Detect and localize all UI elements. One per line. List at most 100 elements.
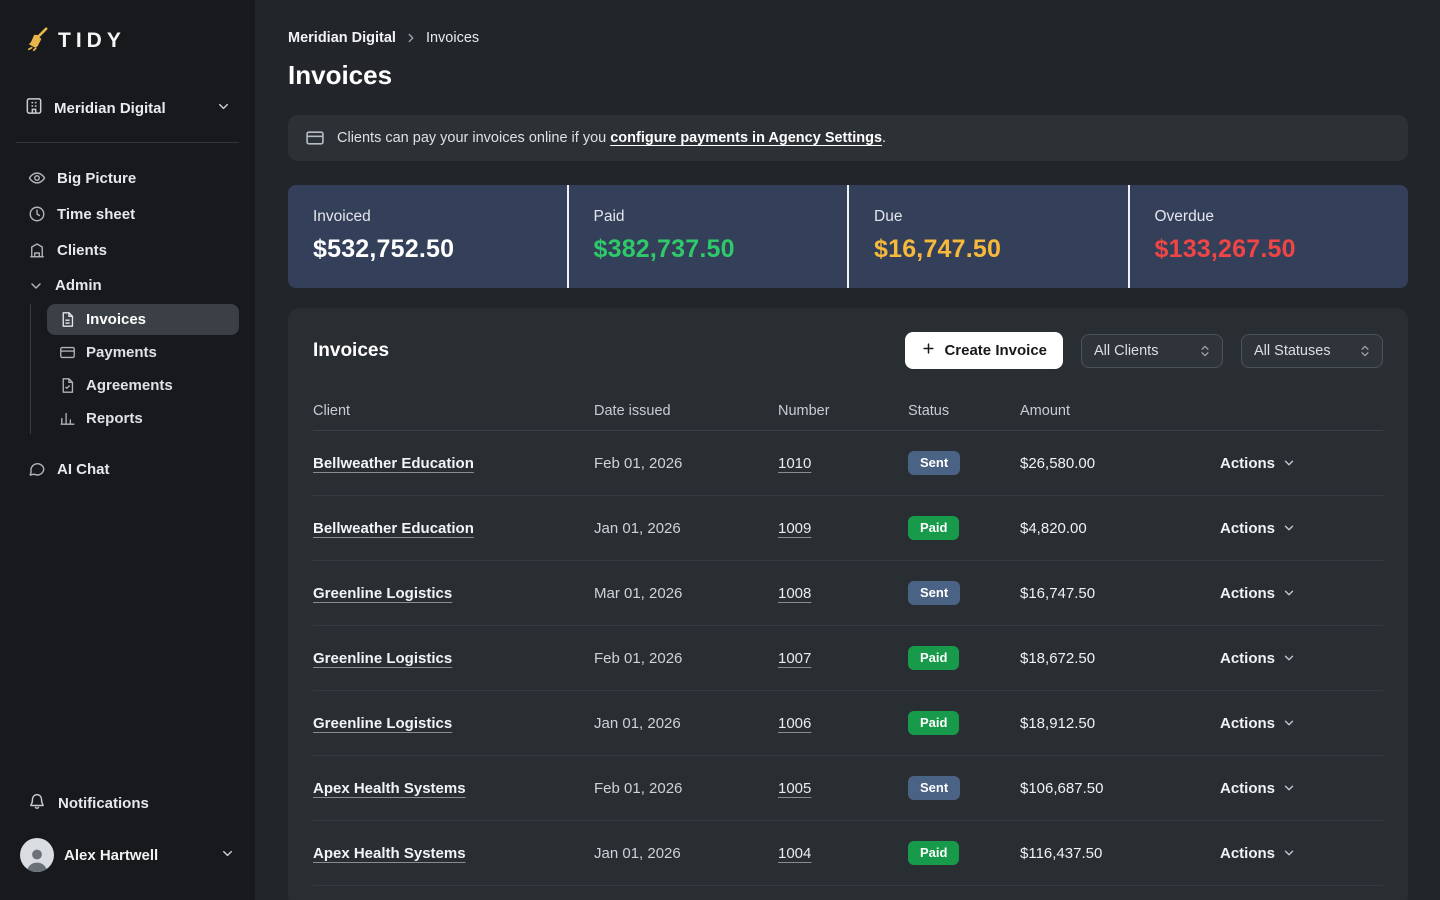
chevron-down-icon — [1282, 716, 1296, 730]
stat-label: Paid — [594, 208, 823, 226]
chevron-down-icon — [1282, 586, 1296, 600]
sidebar-item-reports[interactable]: Reports — [47, 403, 239, 434]
sidebar-item-clients[interactable]: Clients — [16, 233, 239, 267]
column-header-number: Number — [778, 403, 908, 419]
notifications-button[interactable]: Notifications — [16, 784, 239, 822]
stat-value: $133,267.50 — [1155, 235, 1384, 264]
client-link[interactable]: Bellweather Education — [313, 455, 474, 472]
breadcrumb-workspace-link[interactable]: Meridian Digital — [288, 30, 396, 46]
banner-text: Clients can pay your invoices online if … — [337, 130, 886, 146]
status-badge: Paid — [908, 711, 959, 735]
amount-cell: $116,437.50 — [1020, 845, 1220, 862]
breadcrumb: Meridian Digital Invoices — [288, 30, 1408, 46]
client-link[interactable]: Greenline Logistics — [313, 650, 452, 667]
client-filter-select[interactable]: All Clients — [1081, 334, 1223, 368]
invoice-table-body: Bellweather Education Feb 01, 2026 1010 … — [313, 431, 1383, 886]
stat-invoiced: Invoiced $532,752.50 — [288, 185, 569, 288]
client-link[interactable]: Bellweather Education — [313, 520, 474, 537]
table-row: Apex Health Systems Jan 01, 2026 1004 Pa… — [313, 821, 1383, 886]
client-link[interactable]: Greenline Logistics — [313, 715, 452, 732]
sidebar-bottom: Notifications Alex Hartwell — [16, 784, 239, 878]
invoice-number-link[interactable]: 1007 — [778, 650, 811, 667]
sidebar-item-payments[interactable]: Payments — [47, 337, 239, 368]
sidebar-item-agreements[interactable]: Agreements — [47, 370, 239, 401]
sidebar-item-ai-chat[interactable]: AI Chat — [16, 452, 239, 486]
column-header-status: Status — [908, 403, 1020, 419]
eye-icon — [28, 169, 46, 187]
chevron-up-down-icon — [1358, 344, 1372, 358]
actions-button[interactable]: Actions — [1220, 715, 1296, 732]
banner-text-before: Clients can pay your invoices online if … — [337, 130, 610, 146]
actions-button[interactable]: Actions — [1220, 650, 1296, 667]
client-link[interactable]: Greenline Logistics — [313, 585, 452, 602]
actions-button[interactable]: Actions — [1220, 520, 1296, 537]
bell-icon — [28, 792, 46, 814]
sidebar-item-label: Big Picture — [57, 170, 136, 187]
amount-cell: $18,672.50 — [1020, 650, 1220, 667]
invoice-table-header: Client Date issued Number Status Amount — [313, 391, 1383, 431]
invoice-number-link[interactable]: 1008 — [778, 585, 811, 602]
invoices-panel: Invoices Create Invoice All Clients — [288, 308, 1408, 900]
page-title: Invoices — [288, 60, 1408, 91]
table-row: Bellweather Education Feb 01, 2026 1010 … — [313, 431, 1383, 496]
sidebar-item-label: Agreements — [86, 377, 173, 394]
bar-chart-icon — [59, 410, 76, 427]
invoice-number-link[interactable]: 1010 — [778, 455, 811, 472]
date-issued-cell: Feb 01, 2026 — [594, 650, 778, 667]
sidebar-item-time-sheet[interactable]: Time sheet — [16, 197, 239, 231]
sidebar-item-invoices[interactable]: Invoices — [47, 304, 239, 335]
stat-label: Invoiced — [313, 208, 542, 226]
actions-label: Actions — [1220, 780, 1275, 797]
stat-label: Due — [874, 208, 1103, 226]
workspace-name: Meridian Digital — [54, 100, 206, 117]
sidebar-item-label: Payments — [86, 344, 157, 361]
user-menu[interactable]: Alex Hartwell — [16, 832, 239, 878]
stat-label: Overdue — [1155, 208, 1384, 226]
sidebar-item-admin[interactable]: Admin — [16, 269, 239, 302]
user-name: Alex Hartwell — [64, 847, 210, 864]
table-row: Greenline Logistics Mar 01, 2026 1008 Se… — [313, 561, 1383, 626]
status-filter-value: All Statuses — [1254, 343, 1331, 359]
create-invoice-label: Create Invoice — [944, 342, 1047, 359]
workspace-selector[interactable]: Meridian Digital — [16, 88, 239, 128]
invoice-number-link[interactable]: 1006 — [778, 715, 811, 732]
broom-logo-icon — [24, 26, 50, 56]
status-badge: Sent — [908, 581, 960, 605]
table-row: Bellweather Education Jan 01, 2026 1009 … — [313, 496, 1383, 561]
sidebar-item-label: AI Chat — [57, 461, 110, 478]
sidebar-item-label: Time sheet — [57, 206, 135, 223]
agreement-file-icon — [59, 377, 76, 394]
clock-icon — [28, 205, 46, 223]
banner-text-after: . — [882, 130, 886, 146]
actions-label: Actions — [1220, 650, 1275, 667]
create-invoice-button[interactable]: Create Invoice — [905, 332, 1063, 369]
invoices-panel-header: Invoices Create Invoice All Clients — [313, 332, 1383, 369]
actions-button[interactable]: Actions — [1220, 845, 1296, 862]
chat-bubble-icon — [28, 460, 46, 478]
actions-button[interactable]: Actions — [1220, 585, 1296, 602]
amount-cell: $16,747.50 — [1020, 585, 1220, 602]
actions-button[interactable]: Actions — [1220, 780, 1296, 797]
sidebar-item-label: Invoices — [86, 311, 146, 328]
invoice-number-link[interactable]: 1004 — [778, 845, 811, 862]
status-filter-select[interactable]: All Statuses — [1241, 334, 1383, 368]
stat-value: $16,747.50 — [874, 235, 1103, 264]
invoice-number-link[interactable]: 1009 — [778, 520, 811, 537]
actions-label: Actions — [1220, 520, 1275, 537]
agency-settings-link[interactable]: configure payments in Agency Settings — [610, 130, 882, 146]
column-header-amount: Amount — [1020, 403, 1220, 419]
client-link[interactable]: Apex Health Systems — [313, 845, 466, 862]
chevron-right-icon — [404, 31, 418, 45]
notifications-label: Notifications — [58, 795, 149, 812]
status-badge: Paid — [908, 516, 959, 540]
client-link[interactable]: Apex Health Systems — [313, 780, 466, 797]
actions-label: Actions — [1220, 455, 1275, 472]
sidebar-item-big-picture[interactable]: Big Picture — [16, 161, 239, 195]
chevron-up-down-icon — [1198, 344, 1212, 358]
panel-controls: Create Invoice All Clients All Statuses — [905, 332, 1383, 369]
date-issued-cell: Jan 01, 2026 — [594, 845, 778, 862]
actions-button[interactable]: Actions — [1220, 455, 1296, 472]
sidebar-item-label: Admin — [55, 277, 102, 294]
status-badge: Paid — [908, 646, 959, 670]
invoice-number-link[interactable]: 1005 — [778, 780, 811, 797]
